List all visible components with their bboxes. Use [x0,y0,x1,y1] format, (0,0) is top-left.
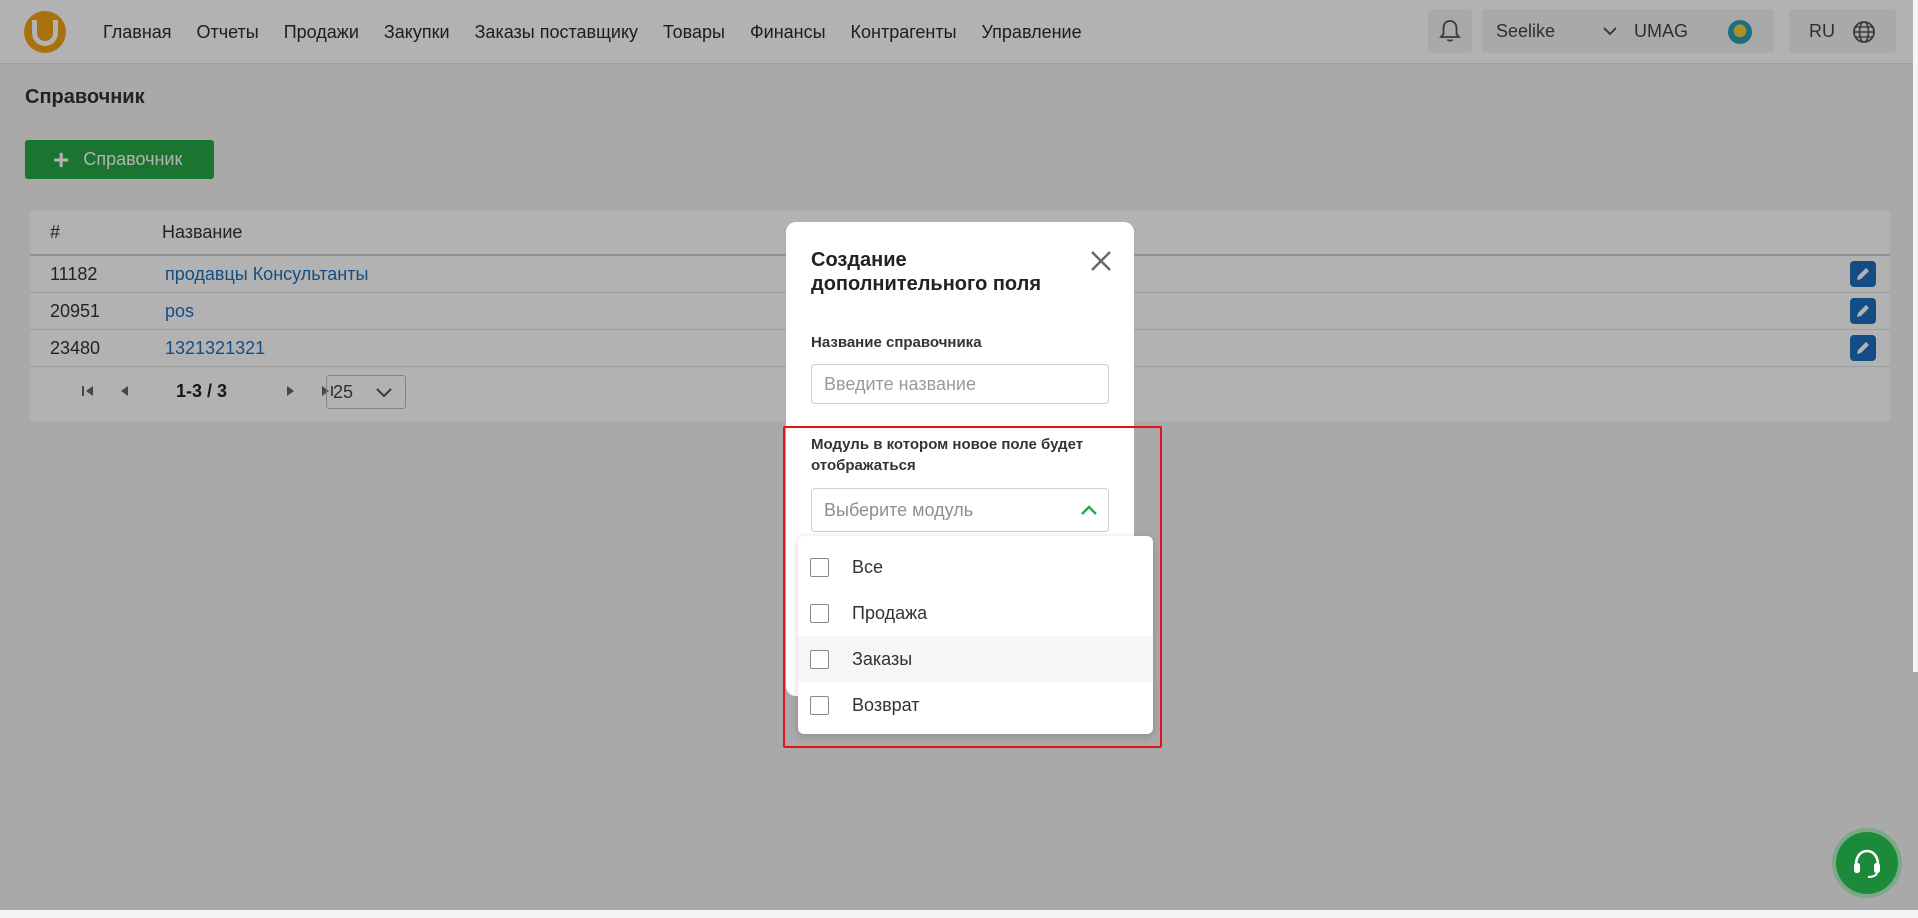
bottom-edge-strip [0,910,1918,918]
directory-name-input[interactable] [811,364,1109,404]
module-option-sale[interactable]: Продажа [798,590,1153,636]
option-label: Все [852,556,884,577]
headset-icon [1854,849,1880,878]
option-label: Возврат [852,694,920,715]
checkbox[interactable] [810,695,829,715]
module-option-orders[interactable]: Заказы [798,636,1153,682]
directory-name-label: Название справочника [811,334,982,351]
right-edge-strip [1913,0,1918,672]
module-option-return[interactable]: Возврат [798,682,1153,728]
option-label: Продажа [852,602,928,623]
chevron-up-icon [1081,505,1097,515]
checkbox[interactable] [810,557,829,577]
close-icon[interactable] [1088,248,1114,274]
checkbox[interactable] [810,649,829,669]
checkbox[interactable] [810,603,829,623]
option-label: Заказы [852,648,913,669]
module-select[interactable]: Выберите модуль [811,488,1109,532]
module-option-all[interactable]: Все [798,544,1153,590]
module-dropdown: Все Продажа Заказы Возврат [798,536,1153,734]
module-select-placeholder: Выберите модуль [824,500,974,520]
modal-title: Создание дополнительного поля [811,249,1042,295]
support-chat-button[interactable] [1836,832,1898,894]
module-label: Модуль в котором новое поле будет отобра… [811,436,1084,474]
